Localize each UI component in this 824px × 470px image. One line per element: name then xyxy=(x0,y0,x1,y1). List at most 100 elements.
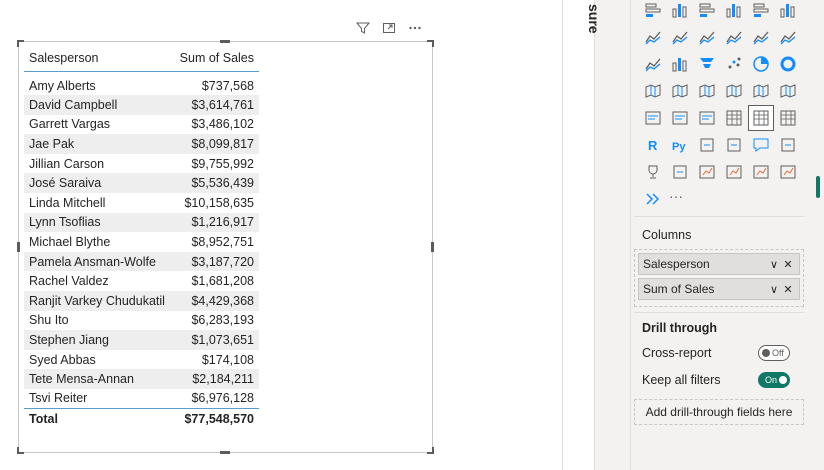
ribbon-chart-icon[interactable] xyxy=(641,52,665,76)
narrative-icon[interactable] xyxy=(641,187,665,211)
table-row[interactable]: Linda Mitchell $10,158,635 xyxy=(24,193,259,213)
column-header-salesperson[interactable]: Salesperson xyxy=(24,45,174,72)
kpi-icon[interactable] xyxy=(695,106,719,130)
power-apps-icon[interactable] xyxy=(695,160,719,184)
slicer-icon[interactable] xyxy=(722,106,746,130)
line-stacked-icon[interactable] xyxy=(776,25,800,49)
treemap-icon[interactable] xyxy=(641,79,665,103)
resize-handle-top-left[interactable] xyxy=(17,40,24,47)
resize-handle-bottom-right[interactable] xyxy=(427,447,434,454)
clustered-bar-icon[interactable] xyxy=(695,0,719,22)
cross-report-toggle[interactable]: Off xyxy=(758,345,790,361)
resize-handle-right[interactable] xyxy=(431,242,434,252)
focus-mode-icon[interactable] xyxy=(381,20,397,36)
python-visual-icon[interactable]: Py xyxy=(668,133,692,157)
columns-well[interactable]: Salesperson ∨ ✕ Sum of Sales ∨ ✕ xyxy=(634,249,804,307)
table-row[interactable]: Michael Blythe $8,952,751 xyxy=(24,232,259,252)
100-bar-icon[interactable] xyxy=(749,0,773,22)
pie-icon[interactable] xyxy=(749,52,773,76)
shape-map-icon[interactable] xyxy=(722,79,746,103)
table-row[interactable]: Tete Mensa-Annan $2,184,211 xyxy=(24,369,259,389)
report-icon[interactable] xyxy=(668,160,692,184)
resize-handle-top[interactable] xyxy=(220,40,230,43)
table-row[interactable]: David Campbell $3,614,761 xyxy=(24,95,259,115)
cell-sum-of-sales: $5,536,439 xyxy=(174,173,259,193)
table-row[interactable]: Lynn Tsoflias $1,216,917 xyxy=(24,212,259,233)
qa-icon[interactable] xyxy=(749,133,773,157)
table-row[interactable]: Amy Alberts $737,568 xyxy=(24,71,259,95)
svg-text:R: R xyxy=(648,138,658,153)
scatter-icon[interactable] xyxy=(722,52,746,76)
table-row[interactable]: Jillian Carson $9,755,992 xyxy=(24,154,259,174)
cell-sum-of-sales: $6,283,193 xyxy=(191,313,254,328)
table-row[interactable]: Shu Ito $6,283,193 xyxy=(24,311,259,331)
funnel-icon[interactable] xyxy=(695,52,719,76)
power-automate-icon[interactable] xyxy=(722,160,746,184)
multi-row-card-icon[interactable] xyxy=(668,106,692,130)
stacked-column-icon[interactable] xyxy=(668,0,692,22)
100-column-icon[interactable] xyxy=(776,0,800,22)
clustered-column-icon[interactable] xyxy=(722,0,746,22)
cell-sum-of-sales: $8,952,751 xyxy=(191,234,254,249)
close-icon[interactable]: ✕ xyxy=(781,258,795,271)
drill-through-heading: Drill through xyxy=(642,321,717,335)
key-influencers-icon[interactable] xyxy=(695,133,719,157)
pane-resize-tab[interactable] xyxy=(816,176,820,198)
cell-sum-of-sales: $737,568 xyxy=(201,78,254,93)
resize-handle-bottom[interactable] xyxy=(220,451,230,454)
resize-handle-left[interactable] xyxy=(17,242,20,252)
map-icon[interactable] xyxy=(668,79,692,103)
metrics-icon[interactable] xyxy=(749,160,773,184)
gauge-icon[interactable] xyxy=(776,79,800,103)
table-row[interactable]: Stephen Jiang $1,073,651 xyxy=(24,330,259,350)
field-pill-salesperson[interactable]: Salesperson ∨ ✕ xyxy=(638,253,800,275)
donut-icon[interactable] xyxy=(776,52,800,76)
decomposition-tree-icon[interactable] xyxy=(722,133,746,157)
table-row[interactable]: Garrett Vargas $3,486,102 xyxy=(24,115,259,135)
paginated-icon[interactable] xyxy=(776,133,800,157)
filled-map-icon[interactable] xyxy=(695,79,719,103)
more-visuals-icon[interactable]: ··· xyxy=(669,188,683,204)
collapsed-pane[interactable] xyxy=(594,0,630,470)
ribbon-icon[interactable] xyxy=(722,25,746,49)
table-row[interactable]: José Saraiva $5,536,439 xyxy=(24,173,259,193)
cell-salesperson: José Saraiva xyxy=(24,173,174,193)
resize-handle-bottom-left[interactable] xyxy=(17,447,24,454)
cell-sum-of-sales: $1,073,651 xyxy=(174,330,259,350)
table-row[interactable]: Pamela Ansman-Wolfe $3,187,720 xyxy=(24,251,259,272)
table-row[interactable]: Jae Pak $8,099,817 xyxy=(24,134,259,154)
line-clustered-icon[interactable] xyxy=(749,25,773,49)
azure-map-icon[interactable] xyxy=(749,79,773,103)
line-chart-icon[interactable] xyxy=(641,25,665,49)
more-options-icon[interactable] xyxy=(407,20,423,36)
table-row[interactable]: Rachel Valdez $1,681,208 xyxy=(24,271,259,291)
filter-icon[interactable] xyxy=(355,20,371,36)
table-row[interactable]: Ranjit Varkey Chudukatil $4,429,368 xyxy=(24,290,259,311)
r-visual-icon[interactable]: R xyxy=(641,133,665,157)
cell-salesperson: Tete Mensa-Annan xyxy=(24,369,174,389)
area-chart-icon[interactable] xyxy=(668,25,692,49)
close-icon[interactable]: ✕ xyxy=(781,283,795,296)
collapsed-pane-label[interactable]: sure xyxy=(586,4,602,34)
chevron-down-icon[interactable]: ∨ xyxy=(767,258,781,271)
card-icon[interactable] xyxy=(641,106,665,130)
field-pill-sum-of-sales[interactable]: Sum of Sales ∨ ✕ xyxy=(638,278,800,300)
table-visual[interactable]: Salesperson Sum of Sales Amy Alberts $737… xyxy=(17,40,434,454)
stacked-bar-icon[interactable] xyxy=(641,0,665,22)
matrix-icon[interactable] xyxy=(776,106,800,130)
trophy-icon[interactable] xyxy=(641,160,665,184)
table-row[interactable]: Syed Abbas $174,108 xyxy=(24,350,259,370)
custom-visual-icon[interactable] xyxy=(776,160,800,184)
chevron-down-icon[interactable]: ∨ xyxy=(767,283,781,296)
cell-sum-of-sales: $6,976,128 xyxy=(191,391,254,406)
cell-sum-of-sales: $8,099,817 xyxy=(174,134,259,154)
cross-report-label: Cross-report xyxy=(642,346,712,360)
keep-filters-toggle[interactable]: On xyxy=(758,372,790,388)
resize-handle-top-right[interactable] xyxy=(427,40,434,47)
waterfall-icon[interactable] xyxy=(668,52,692,76)
drill-through-well[interactable]: Add drill-through fields here xyxy=(634,399,804,425)
table-icon[interactable] xyxy=(748,105,774,131)
table-row[interactable]: Tsvi Reiter $6,976,128 xyxy=(24,389,259,409)
column-header-sum-of-sales[interactable]: Sum of Sales xyxy=(174,45,259,72)
stacked-area-icon[interactable] xyxy=(695,25,719,49)
